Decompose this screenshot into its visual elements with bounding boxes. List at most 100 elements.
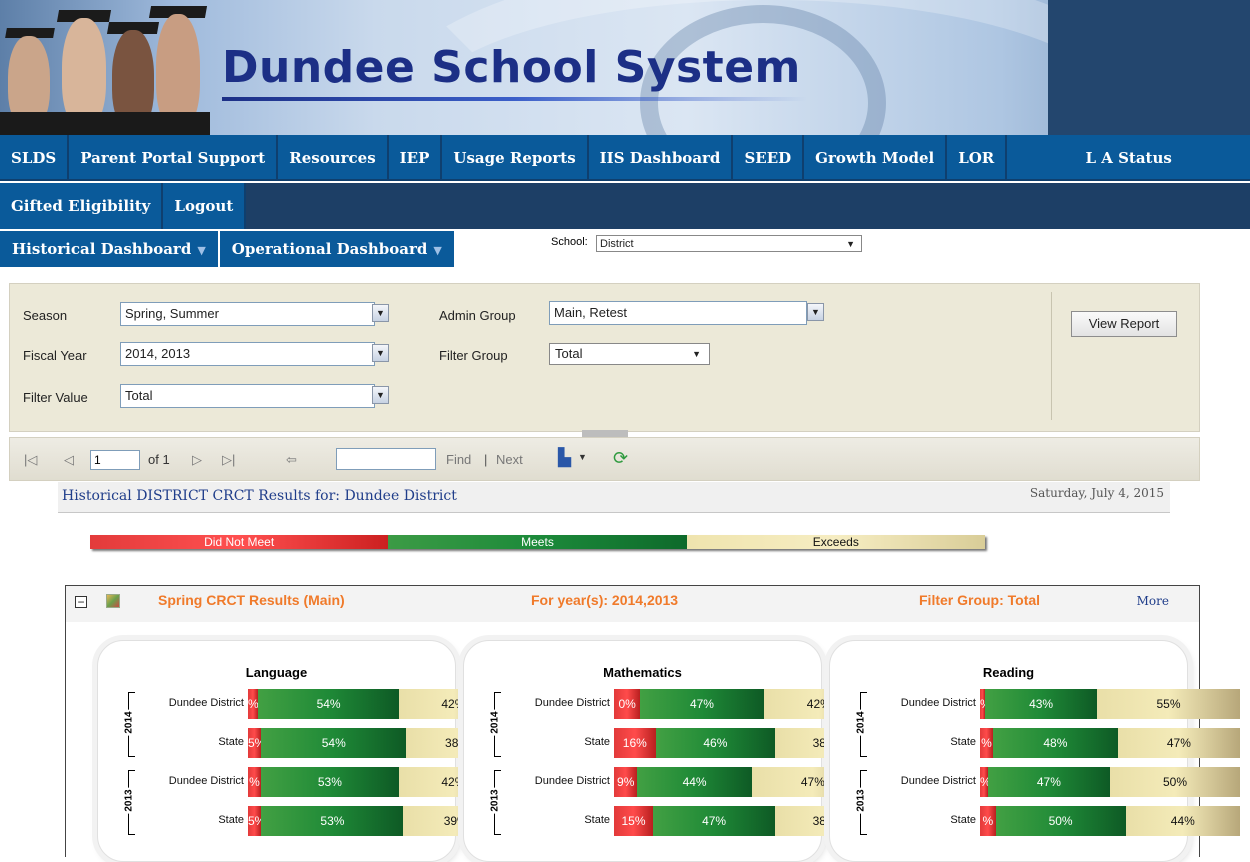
bar-meets: 54% (258, 689, 399, 719)
chevron-down-icon[interactable]: ▼ (578, 452, 587, 462)
bar-exceeds: 47% (1117, 728, 1240, 758)
find-separator: | (484, 452, 488, 467)
row-label: Dundee District (168, 697, 244, 709)
bar-meets: 43% (985, 689, 1097, 719)
nav-la-status[interactable]: L A Status (1007, 135, 1250, 181)
bar-meets: 46% (655, 728, 776, 758)
site-banner: Dundee School System (0, 0, 1250, 135)
row-label: Dundee District (534, 775, 610, 787)
panel-filter-group: Filter Group: Total (919, 592, 1041, 608)
nav-seed[interactable]: SEED (733, 135, 805, 181)
nav-resources[interactable]: Resources (278, 135, 389, 181)
row-label: State (584, 736, 610, 748)
admin-group-dropdown-button[interactable]: ▼ (807, 303, 824, 321)
nav-logout[interactable]: Logout (163, 183, 247, 229)
season-dropdown-button[interactable]: ▼ (372, 304, 389, 322)
bar-did-not-meet: 15% (614, 806, 653, 836)
chart-card-mathematics: Mathematics 2014 2013 Dundee District 0% 47% 4… (463, 640, 874, 862)
filter-group-select[interactable]: Total ▼ (549, 343, 710, 365)
operational-dashboard-menu[interactable]: Operational Dashboard ▼ (219, 231, 454, 267)
row-label: State (950, 736, 976, 748)
secondary-nav: Gifted Eligibility Logout (0, 183, 1250, 229)
view-report-button[interactable]: View Report (1071, 311, 1177, 337)
school-select[interactable]: District ▼ (596, 235, 862, 252)
find-next-link[interactable]: Next (496, 452, 523, 467)
page-count: of 1 (148, 452, 170, 467)
filter-group-label: Filter Group (439, 348, 508, 363)
legend-meets: Meets (388, 535, 687, 549)
find-text-input[interactable] (336, 448, 436, 470)
admin-group-value: Main, Retest (554, 305, 627, 320)
dropdown-arrow-icon: ▼ (846, 239, 855, 249)
nav-growth-model[interactable]: Growth Model (804, 135, 948, 181)
nav-slds[interactable]: SLDS (0, 135, 70, 181)
back-to-parent-icon[interactable]: ⇦ (286, 452, 297, 468)
admin-group-field[interactable]: Main, Retest (549, 301, 807, 325)
bar-did-not-meet: % (980, 767, 988, 797)
season-value: Spring, Summer (125, 306, 219, 321)
row-label: State (218, 736, 244, 748)
school-select-value: District (600, 238, 634, 250)
fiscal-year-value: 2014, 2013 (125, 346, 191, 361)
nav-iis-dashboard[interactable]: IIS Dashboard (588, 135, 734, 181)
year-label: 2014 (489, 708, 501, 736)
next-page-icon[interactable]: ▷ (192, 452, 202, 468)
row-label: Dundee District (534, 697, 610, 709)
nav-parent-portal-support[interactable]: Parent Portal Support (69, 135, 279, 181)
report-title: Historical DISTRICT CRCT Results for: Du… (62, 488, 457, 504)
last-page-icon[interactable]: ▷| (222, 452, 235, 468)
chart-icon[interactable] (106, 594, 120, 608)
bar-did-not-meet: 5% (248, 806, 262, 836)
stacked-bar-row: % 48% 47% (980, 728, 1240, 758)
page-number-input[interactable]: 1 (90, 450, 140, 470)
fiscal-year-dropdown-button[interactable]: ▼ (372, 344, 389, 362)
bar-meets: 53% (261, 806, 404, 836)
more-link[interactable]: More (1137, 594, 1169, 608)
nav-lor[interactable]: LOR (947, 135, 1008, 181)
bar-meets: 47% (640, 689, 764, 719)
collapse-icon[interactable]: − (75, 596, 87, 608)
bar-did-not-meet: 9% (614, 767, 638, 797)
season-field[interactable]: Spring, Summer (120, 302, 375, 326)
report-header: Historical DISTRICT CRCT Results for: Du… (58, 482, 1170, 513)
nav-usage-reports[interactable]: Usage Reports (442, 135, 589, 181)
find-link[interactable]: Find (446, 452, 471, 467)
legend-did-not-meet: Did Not Meet (90, 535, 389, 549)
year-label: 2014 (123, 708, 135, 736)
filter-value-value: Total (125, 388, 153, 403)
bar-did-not-meet: % (980, 806, 996, 836)
bar-meets: 44% (637, 767, 752, 797)
graduates-image (0, 0, 210, 135)
results-panel-header: − Spring CRCT Results (Main) For year(s)… (66, 586, 1199, 622)
bar-did-not-meet: 16% (614, 728, 656, 758)
row-label: State (950, 814, 976, 826)
refresh-icon[interactable]: ⟳ (613, 448, 628, 469)
historical-dashboard-menu[interactable]: Historical Dashboard ▼ (0, 231, 218, 267)
panel-years: For year(s): 2014,2013 (531, 592, 679, 608)
fiscal-year-field[interactable]: 2014, 2013 (120, 342, 375, 366)
main-nav: SLDS Parent Portal Support Resources IEP… (0, 135, 1250, 181)
filter-group-value: Total (555, 346, 583, 361)
legend-exceeds: Exceeds (686, 535, 985, 549)
bar-meets: 50% (995, 806, 1126, 836)
panel-title: Spring CRCT Results (Main) (158, 592, 345, 608)
nav-iep[interactable]: IEP (388, 135, 443, 181)
chart-title: Mathematics (603, 665, 682, 680)
previous-page-icon[interactable]: ◁ (64, 452, 74, 468)
report-toolbar: |◁ ◁ 1 of 1 ▷ ▷| ⇦ Find | Next ▙ ▼ ⟳ (9, 437, 1200, 481)
bar-did-not-meet: % (248, 689, 259, 719)
first-page-icon[interactable]: |◁ (24, 452, 37, 468)
row-label: Dundee District (900, 775, 976, 787)
admin-group-label: Admin Group (439, 308, 516, 323)
filter-value-field[interactable]: Total (120, 384, 375, 408)
export-icon[interactable]: ▙ (558, 448, 571, 468)
bar-exceeds: 50% (1109, 767, 1240, 797)
filter-value-dropdown-button[interactable]: ▼ (372, 386, 389, 404)
stacked-bar-row: % 50% 44% (980, 806, 1240, 836)
dashboard-bar: Historical Dashboard ▼ Operational Dashbo… (0, 231, 456, 267)
row-label: State (218, 814, 244, 826)
year-label: 2013 (489, 786, 501, 814)
year-label: 2014 (855, 708, 867, 736)
bar-meets: 48% (993, 728, 1118, 758)
nav-gifted-eligibility[interactable]: Gifted Eligibility (0, 183, 164, 229)
